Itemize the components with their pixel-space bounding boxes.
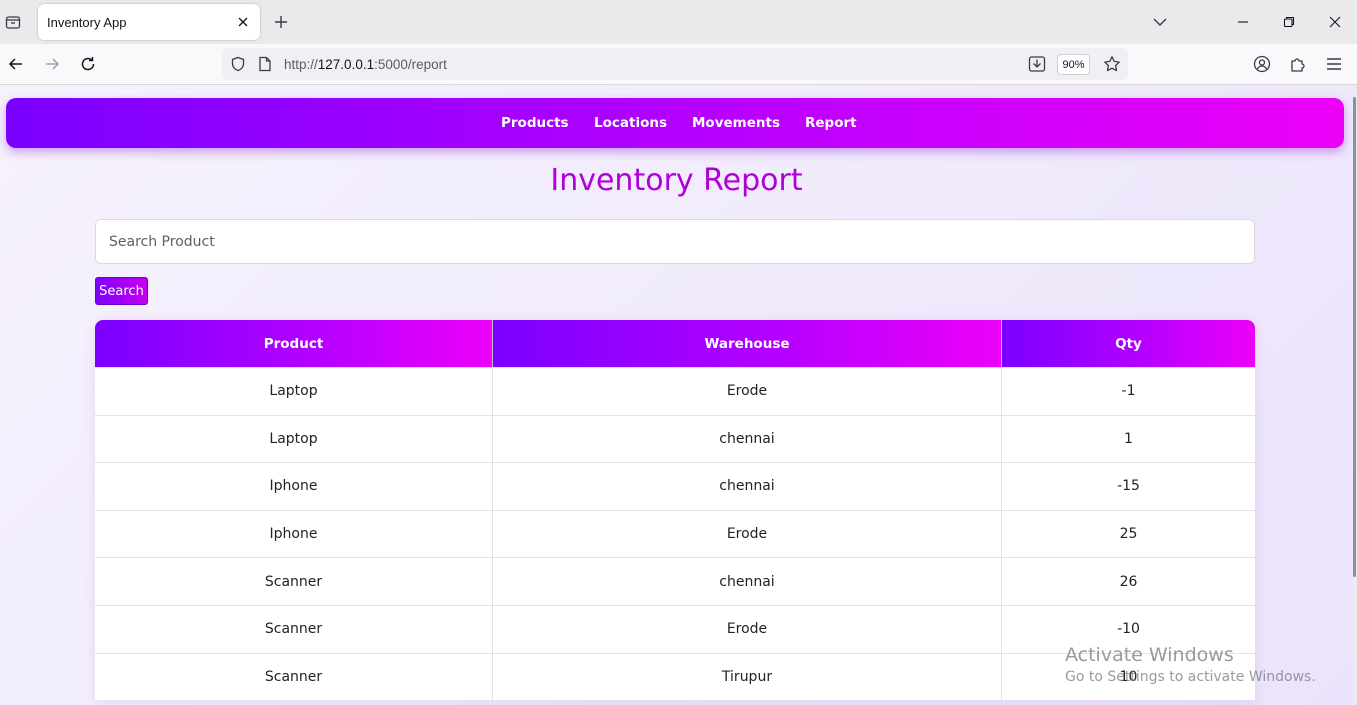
app-navbar: Products Locations Movements Report xyxy=(6,98,1344,148)
column-header-product: Product xyxy=(95,320,493,367)
cell-product: Scanner xyxy=(95,557,493,605)
scrollbar-thumb[interactable] xyxy=(1353,97,1356,577)
table-row: Iphone Erode 25 xyxy=(95,509,1255,558)
url-path: :5000/report xyxy=(374,57,447,72)
menu-icon[interactable] xyxy=(1323,53,1345,75)
account-icon[interactable] xyxy=(1251,53,1273,75)
tab-manager-icon[interactable] xyxy=(2,10,24,34)
nav-link-report[interactable]: Report xyxy=(805,115,857,131)
url-prefix: http:// xyxy=(284,57,318,72)
table-row: Scanner chennai 26 xyxy=(95,557,1255,605)
restore-icon[interactable] xyxy=(1278,11,1300,33)
table-row: Scanner Tirupur 10 xyxy=(95,652,1255,701)
browser-tab[interactable]: Inventory App xyxy=(38,4,260,40)
nav-link-products[interactable]: Products xyxy=(501,115,569,131)
inventory-table: Product Warehouse Qty Laptop Erode -1 La… xyxy=(95,320,1255,701)
table-row: Iphone chennai -15 xyxy=(95,462,1255,510)
download-page-icon[interactable] xyxy=(1027,54,1047,74)
page-scrollbar[interactable] xyxy=(1353,85,1357,705)
browser-nav-bar: http://127.0.0.1:5000/report 90% xyxy=(0,44,1357,85)
shield-icon[interactable] xyxy=(228,54,248,74)
forward-icon[interactable] xyxy=(41,53,63,75)
cell-product: Scanner xyxy=(95,652,493,701)
url-bar[interactable]: http://127.0.0.1:5000/report 90% xyxy=(222,48,1128,80)
cell-product: Iphone xyxy=(95,462,493,510)
cell-product: Laptop xyxy=(95,414,493,463)
close-tab-icon[interactable] xyxy=(234,13,252,31)
column-header-warehouse: Warehouse xyxy=(493,320,1002,367)
reload-icon[interactable] xyxy=(77,53,99,75)
table-row: Laptop Erode -1 xyxy=(95,367,1255,415)
cell-qty: 10 xyxy=(1002,652,1255,701)
browser-tab-strip: Inventory App xyxy=(0,0,1357,44)
close-window-icon[interactable] xyxy=(1324,11,1346,33)
cell-warehouse: Erode xyxy=(493,604,1002,653)
minimize-icon[interactable] xyxy=(1232,11,1254,33)
cell-warehouse: chennai xyxy=(493,462,1002,510)
zoom-level[interactable]: 90% xyxy=(1057,54,1090,75)
cell-warehouse: chennai xyxy=(493,414,1002,463)
extensions-icon[interactable] xyxy=(1287,53,1309,75)
cell-qty: 25 xyxy=(1002,509,1255,558)
cell-warehouse: Erode xyxy=(493,509,1002,558)
back-icon[interactable] xyxy=(5,53,27,75)
cell-qty: 1 xyxy=(1002,414,1255,463)
nav-link-movements[interactable]: Movements xyxy=(692,115,780,131)
page-title: Inventory Report xyxy=(550,163,803,198)
bookmark-star-icon[interactable] xyxy=(1102,54,1122,74)
search-input[interactable] xyxy=(95,219,1255,264)
url-text[interactable]: http://127.0.0.1:5000/report xyxy=(284,57,447,72)
cell-product: Laptop xyxy=(95,367,493,415)
tab-title: Inventory App xyxy=(47,15,127,30)
new-tab-icon[interactable] xyxy=(270,11,292,33)
table-row: Scanner Erode -10 xyxy=(95,604,1255,653)
page-content: Products Locations Movements Report Inve… xyxy=(0,85,1353,705)
cell-warehouse: Tirupur xyxy=(493,652,1002,701)
column-header-qty: Qty xyxy=(1002,320,1255,367)
chevron-down-icon[interactable] xyxy=(1150,11,1170,33)
cell-qty: -15 xyxy=(1002,462,1255,510)
cell-qty: 26 xyxy=(1002,557,1255,605)
table-row: Laptop chennai 1 xyxy=(95,414,1255,463)
cell-qty: -1 xyxy=(1002,367,1255,415)
cell-product: Scanner xyxy=(95,604,493,653)
url-host: 127.0.0.1 xyxy=(317,57,375,72)
cell-warehouse: chennai xyxy=(493,557,1002,605)
table-header-row: Product Warehouse Qty xyxy=(95,320,1255,367)
cell-warehouse: Erode xyxy=(493,367,1002,415)
nav-link-locations[interactable]: Locations xyxy=(594,115,667,131)
cell-qty: -10 xyxy=(1002,604,1255,653)
search-button[interactable]: Search xyxy=(95,277,148,305)
cell-product: Iphone xyxy=(95,509,493,558)
page-icon[interactable] xyxy=(255,54,275,74)
